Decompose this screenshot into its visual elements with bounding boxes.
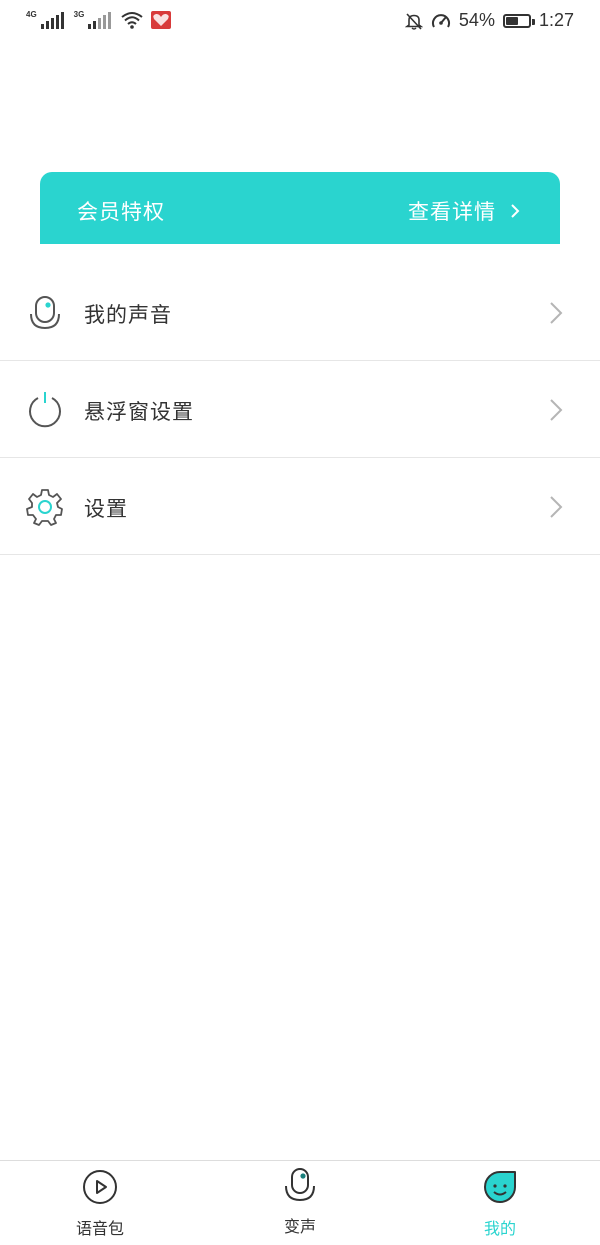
status-bar-left: 4G 3G [26,10,172,29]
microphone-icon [30,296,60,330]
tab-mine[interactable]: 我的 [400,1161,600,1245]
network-type-1: 4G [26,10,37,19]
vip-detail-label: 查看详情 [408,200,496,224]
menu-item-label: 悬浮窗设置 [84,400,194,424]
vip-detail-link[interactable]: 查看详情 [408,196,520,226]
bottom-tab-bar: 语音包 变声 我的 [0,1160,600,1245]
battery-icon [502,13,535,28]
menu-item-settings[interactable]: 设置 [0,458,600,555]
tab-voice-pack[interactable]: 语音包 [0,1161,200,1245]
speedometer-icon [431,13,450,27]
tab-label: 语音包 [75,1219,124,1238]
tab-voice-change[interactable]: 变声 [200,1161,400,1245]
network-type-2: 3G [73,10,85,19]
chevron-right-icon [511,204,520,218]
battery-percent: 54% [458,10,495,30]
menu-item-my-voice[interactable]: 我的声音 [0,264,600,361]
chevron-right-icon [550,496,563,518]
menu-item-label: 我的声音 [84,303,172,327]
status-bar: 4G 3G 54% 1:27 [0,0,600,44]
gear-icon [26,489,63,526]
menu-item-float-window[interactable]: 悬浮窗设置 [0,361,600,458]
play-circle-icon [83,1170,117,1204]
smiley-icon [484,1171,516,1203]
status-bar-right: 54% 1:27 [404,10,574,31]
vip-title: 会员特权 [77,200,165,224]
tab-label: 我的 [483,1219,516,1238]
tab-label: 变声 [283,1217,316,1236]
signal-icon-2 [88,11,112,29]
clock: 1:27 [538,10,574,30]
chevron-right-icon [550,399,563,421]
menu-item-label: 设置 [84,497,128,521]
app-notification-icon [151,11,172,29]
microphone-icon [285,1168,315,1202]
chevron-right-icon [550,302,563,324]
power-icon [29,392,61,428]
menu-list: 我的声音 悬浮窗设置 设置 [0,264,600,555]
wifi-icon [121,12,143,29]
bell-off-icon [404,12,423,30]
signal-icon-1 [40,11,64,29]
vip-card[interactable]: 会员特权 查看详情 [40,172,560,244]
